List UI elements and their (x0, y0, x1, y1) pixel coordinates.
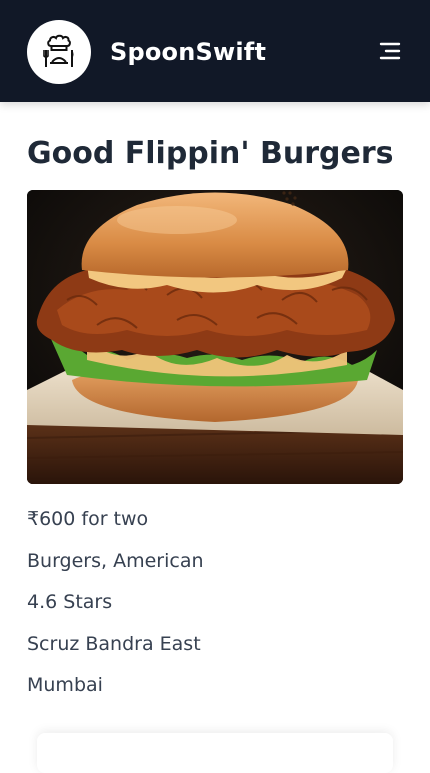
app-header: SpoonSwift (0, 0, 430, 102)
logo[interactable] (27, 20, 91, 84)
restaurant-detail: Good Flippin' Burgers ₹600 for two Burge… (27, 120, 403, 696)
menu-card-peek[interactable] (37, 733, 393, 773)
cuisine: Burgers, American (27, 549, 204, 572)
restaurant-image (27, 190, 403, 484)
restaurant-name: Good Flippin' Burgers (27, 136, 394, 171)
hamburger-menu-icon (379, 42, 401, 60)
brand-name[interactable]: SpoonSwift (110, 36, 266, 68)
restaurant-info: ₹600 for two Burgers, American 4.6 Stars… (27, 504, 403, 712)
chef-logo-icon (43, 34, 74, 67)
city: Mumbai (27, 674, 103, 696)
menu-button[interactable] (377, 38, 403, 64)
area: Scruz Bandra East (27, 632, 201, 655)
price-for-two: ₹600 for two (27, 508, 149, 530)
burger-photo (27, 190, 403, 484)
rating: 4.6 Stars (27, 591, 113, 613)
